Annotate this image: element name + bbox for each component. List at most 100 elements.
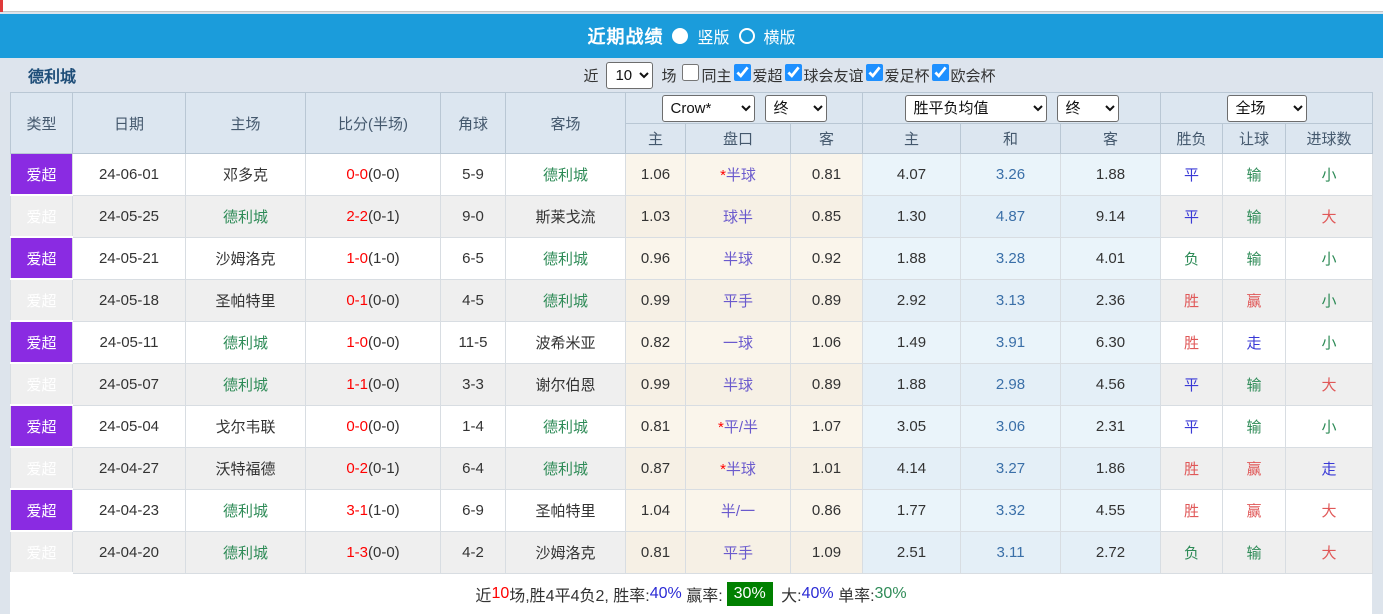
handicap-line-cell: 平手 (685, 278, 791, 322)
avg-away-odds-cell: 2.36 (1060, 278, 1162, 322)
sub-header-handicap-result: 让球 (1222, 123, 1287, 154)
bookmaker-select-cell: Crow* 终 (624, 92, 864, 124)
home-team-cell: 德利城 (185, 488, 306, 532)
home-team-cell: 德利城 (185, 320, 306, 364)
filter-label: 欧会杯 (950, 68, 996, 85)
summary-segment: 40% (649, 585, 682, 602)
handicap-line-cell: 半球 (685, 362, 791, 406)
away-team-cell: 斯莱戈流 (505, 194, 626, 238)
filter-label: 爱足杯 (884, 68, 930, 85)
avg-home-odds-cell: 2.92 (862, 278, 962, 322)
bookmaker-odds-state-select[interactable]: 终 (764, 94, 827, 122)
summary-segment: 30% (874, 585, 907, 602)
league-badge: 爱超 (10, 279, 73, 322)
handicap-away-odds-cell: 0.86 (789, 488, 864, 532)
away-team-cell: 德利城 (505, 404, 626, 448)
home-team-cell: 戈尔韦联 (185, 404, 306, 448)
avg-away-odds-cell: 2.31 (1060, 404, 1162, 448)
sub-header-result: 胜负 (1160, 123, 1224, 154)
handicap-home-odds-cell: 0.87 (625, 446, 686, 490)
summary-segment: 近 (475, 588, 492, 605)
summary-segment: 场,胜4平4负2, 胜率: (509, 588, 650, 605)
avg-odds-select[interactable]: 胜平负均值 (904, 94, 1047, 122)
avg-draw-odds-cell: 3.26 (960, 153, 1062, 196)
fulltime-select[interactable]: 全场 (1226, 94, 1307, 122)
goals-result-cell: 大 (1285, 194, 1374, 238)
recent-count-select[interactable]: 10 (606, 61, 654, 89)
handicap-away-odds-cell: 0.89 (789, 278, 864, 322)
score-cell: 3-1(1-0) (305, 488, 441, 532)
score-cell: 0-1(0-0) (305, 278, 441, 322)
date-cell: 24-06-01 (72, 153, 186, 196)
avg-home-odds-cell: 3.05 (862, 404, 962, 448)
handicap-away-odds-cell: 0.81 (789, 153, 864, 196)
league-badge: 爱超 (10, 321, 73, 364)
avg-draw-odds-cell: 3.11 (960, 530, 1062, 574)
handicap-result-cell: 赢 (1222, 446, 1287, 490)
filter-controls: 近 10 场 同主 爱超 球会友谊 爱足杯 欧会杯 (196, 61, 1383, 89)
handicap-line-cell: *半球 (685, 153, 791, 196)
summary-bar: 近 10 场,胜4平4负2, 胜率: 40% 赢率: 30% 大: 40% 单率: 30% (10, 574, 1372, 614)
handicap-result-cell: 输 (1222, 236, 1287, 280)
result-cell: 平 (1160, 362, 1224, 406)
filter-checkbox-爱足杯[interactable] (865, 64, 883, 81)
corners-cell: 3-3 (440, 362, 506, 406)
red-marker (0, 0, 3, 12)
handicap-away-odds-cell: 1.06 (789, 320, 864, 364)
away-team-cell: 德利城 (505, 153, 626, 196)
filter-checkbox-同主[interactable] (682, 64, 700, 81)
corners-cell: 1-4 (440, 404, 506, 448)
filter-checkbox-欧会杯[interactable] (931, 64, 949, 81)
sub-header-avg-draw: 和 (960, 123, 1062, 154)
avg-away-odds-cell: 1.88 (1060, 153, 1162, 196)
bookmaker-select[interactable]: Crow* (661, 94, 755, 122)
avg-home-odds-cell: 1.88 (862, 362, 962, 406)
filter-bar: 德利城 近 10 场 同主 爱超 球会友谊 爱足杯 欧会杯 (0, 58, 1383, 92)
col-header-score: 比分(半场) (305, 92, 441, 154)
filter-checkbox-爱超[interactable] (733, 64, 751, 81)
corners-cell: 6-9 (440, 488, 506, 532)
vertical-layout-label[interactable]: 竖版 (697, 24, 729, 48)
goals-result-cell: 小 (1285, 404, 1374, 448)
handicap-result-cell: 输 (1222, 530, 1287, 574)
goals-result-cell: 小 (1285, 278, 1374, 322)
avg-draw-odds-cell: 3.28 (960, 236, 1062, 280)
handicap-home-odds-cell: 0.96 (625, 236, 686, 280)
away-team-cell: 圣帕特里 (505, 488, 626, 532)
handicap-line-cell: *平/半 (685, 404, 791, 448)
filter-label: 爱超 (752, 68, 783, 85)
league-filter-checkboxes: 同主 爱超 球会友谊 爱足杯 欧会杯 (680, 64, 996, 86)
top-strip (0, 0, 1383, 12)
radio-vertical-layout[interactable] (672, 28, 689, 44)
recent-label: 近 (583, 67, 599, 85)
handicap-result-cell: 赢 (1222, 488, 1287, 532)
table-row: 爱超 24-05-25 德利城 2-2(0-1) 9-0 斯莱戈流 1.03 球半 0.85 1.… (10, 194, 1374, 238)
radio-horizontal-layout[interactable] (738, 28, 755, 44)
away-team-cell: 德利城 (505, 446, 626, 490)
avg-away-odds-cell: 9.14 (1060, 194, 1162, 238)
avg-draw-odds-cell: 3.13 (960, 278, 1062, 322)
results-table: 类型 日期 主场 比分(半场) 角球 客场 Crow* 终 胜平负均值 终 全场… (10, 92, 1374, 574)
table-row: 爱超 24-05-11 德利城 1-0(0-0) 11-5 波希米亚 0.82 一球 1.06 1… (10, 320, 1374, 364)
league-badge: 爱超 (10, 237, 73, 280)
league-badge: 爱超 (10, 363, 73, 406)
goals-result-cell: 大 (1285, 530, 1374, 574)
home-team-cell: 沙姆洛克 (185, 236, 306, 280)
avg-home-odds-cell: 1.30 (862, 194, 962, 238)
handicap-result-cell: 赢 (1222, 278, 1287, 322)
summary-segment: 赢率: (681, 588, 723, 605)
handicap-home-odds-cell: 0.99 (625, 362, 686, 406)
corners-cell: 6-4 (440, 446, 506, 490)
table-row: 爱超 24-05-21 沙姆洛克 1-0(1-0) 6-5 德利城 0.96 半球 0.92 1.… (10, 236, 1374, 280)
goals-result-cell: 大 (1285, 488, 1374, 532)
summary-segment: 单率: (833, 588, 875, 605)
away-team-cell: 德利城 (505, 236, 626, 280)
horizontal-layout-label[interactable]: 横版 (764, 24, 796, 48)
summary-segment: 30% (726, 582, 773, 606)
avg-draw-odds-cell: 3.27 (960, 446, 1062, 490)
col-header-date: 日期 (72, 92, 186, 154)
filter-checkbox-球会友谊[interactable] (784, 64, 802, 81)
away-team-cell: 沙姆洛克 (505, 530, 626, 574)
avg-odds-state-select[interactable]: 终 (1056, 94, 1119, 122)
date-cell: 24-05-11 (72, 320, 186, 364)
